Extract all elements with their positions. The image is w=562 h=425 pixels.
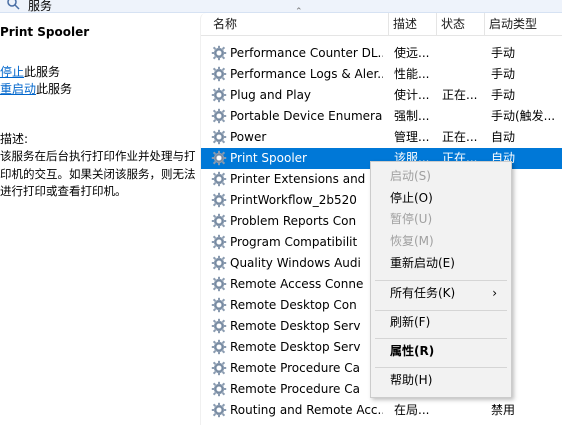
gear-icon — [211, 339, 227, 355]
menu-item-all-tasks[interactable]: 所有任务(K) › — [371, 283, 511, 304]
service-name-cell: Remote Access Conne — [230, 277, 364, 291]
service-name-cell: Power — [230, 130, 267, 144]
service-description-cell: 管理... — [394, 130, 430, 144]
service-row[interactable]: Routing and Remote Acc... 在局... 禁用 — [201, 400, 562, 421]
service-name-cell: Routing and Remote Acc... — [230, 403, 383, 417]
services-icon — [6, 0, 20, 12]
gear-icon — [211, 381, 227, 397]
service-status-cell — [442, 64, 482, 85]
restart-service-link[interactable]: 重启动 — [0, 82, 36, 96]
gear-icon — [211, 234, 227, 250]
service-description-cell: 使计... — [394, 88, 430, 102]
gear-icon — [211, 87, 227, 103]
gear-icon — [211, 171, 227, 187]
context-menu: 启动(S) 停止(O) 暂停(U) 恢复(M) 重新启动(E) 所有任务(K) ›… — [370, 161, 512, 398]
menu-separator — [375, 338, 507, 339]
service-name-cell: Remote Desktop Serv — [230, 340, 361, 354]
gear-icon — [211, 297, 227, 313]
service-status-cell: 正在... — [442, 130, 478, 144]
service-status-cell — [442, 106, 482, 127]
selected-service-name: Print Spooler — [0, 25, 90, 39]
menu-item-resume[interactable]: 恢复(M) — [371, 231, 511, 252]
gear-icon — [211, 192, 227, 208]
description-text: 该服务在后台执行打印作业并处理与打印机的交互。如果关闭该服务，则无法进行打印或查… — [0, 149, 196, 198]
gear-icon — [211, 276, 227, 292]
gear-icon — [211, 255, 227, 271]
service-name-cell: Portable Device Enumera... — [230, 109, 383, 123]
window-header: 服务 — [0, 0, 562, 13]
service-row[interactable]: Performance Counter DL... 使远... 手动 — [201, 43, 562, 64]
service-startup-type-cell: 禁用 — [491, 403, 516, 417]
description-pane: Print Spooler 停止此服务 重启动此服务 描述: 该服务在后台执行打… — [0, 13, 200, 425]
service-name-cell: Print Spooler — [230, 151, 307, 165]
service-name-cell: Remote Desktop Serv — [230, 319, 361, 333]
service-startup-type-cell: 手动 — [491, 67, 516, 81]
chevron-right-icon: › — [492, 286, 497, 300]
service-description-cell: 使远... — [394, 46, 430, 60]
menu-item-restart[interactable]: 重新启动(E) — [371, 253, 511, 274]
gear-icon — [211, 360, 227, 376]
service-description-cell: 强制... — [394, 109, 430, 123]
gear-icon — [211, 45, 227, 61]
service-name-cell: Remote Procedure Ca — [230, 382, 360, 396]
column-header-startup-type[interactable]: 启动类型 — [485, 13, 562, 35]
service-startup-type-cell: 手动 — [491, 46, 516, 60]
restart-action: 重启动此服务 — [0, 80, 72, 97]
gear-icon — [211, 318, 227, 334]
gear-icon — [211, 213, 227, 229]
service-description-cell: 在局... — [394, 403, 430, 417]
gear-icon — [211, 129, 227, 145]
menu-separator — [375, 280, 507, 281]
stop-suffix: 此服务 — [24, 65, 61, 79]
menu-separator — [375, 310, 507, 311]
service-name-cell: Performance Counter DL... — [230, 46, 383, 60]
service-startup-type-cell: 自动 — [491, 130, 516, 144]
service-row[interactable]: Performance Logs & Aler... 性能... 手动 — [201, 64, 562, 85]
service-description-cell: 性能... — [394, 67, 430, 81]
service-name-cell: Printer Extensions and — [230, 172, 366, 186]
gear-icon — [211, 66, 227, 82]
column-header-row: ⌃ 名称 描述 状态 启动类型 — [201, 7, 562, 36]
menu-item-stop[interactable]: 停止(O) — [371, 188, 511, 209]
service-startup-type-cell: 手动(触发... — [491, 109, 556, 123]
service-row[interactable]: Power 管理... 正在... 自动 — [201, 127, 562, 148]
stop-service-link[interactable]: 停止 — [0, 65, 24, 79]
column-header-description[interactable]: 描述 — [389, 13, 437, 35]
menu-item-start[interactable]: 启动(S) — [371, 166, 511, 187]
gear-icon — [211, 402, 227, 418]
column-header-status[interactable]: 状态 — [437, 13, 485, 35]
stop-action: 停止此服务 — [0, 63, 60, 80]
menu-item-refresh[interactable]: 刷新(F) — [371, 312, 511, 333]
window-title: 服务 — [28, 0, 53, 13]
service-name-cell: Plug and Play — [230, 88, 312, 102]
service-name-cell: Remote Procedure Ca — [230, 361, 360, 375]
service-status-cell — [442, 43, 482, 64]
service-row[interactable]: Portable Device Enumera... 强制... 手动(触发... — [201, 106, 562, 127]
service-startup-type-cell: 手动 — [491, 88, 516, 102]
restart-suffix: 此服务 — [36, 82, 73, 96]
menu-item-help[interactable]: 帮助(H) — [371, 370, 511, 391]
service-name-cell: Remote Desktop Con — [230, 298, 357, 312]
service-row[interactable]: Plug and Play 使计... 正在... 手动 — [201, 85, 562, 106]
service-status-cell — [442, 400, 482, 421]
gear-icon — [211, 150, 227, 166]
menu-item-properties[interactable]: 属性(R) — [371, 341, 511, 362]
service-name-cell: Problem Reports Con — [230, 214, 357, 228]
service-name-cell: Performance Logs & Aler... — [230, 67, 383, 81]
service-status-cell: 正在... — [442, 88, 478, 102]
column-header-name[interactable]: 名称 — [209, 13, 389, 35]
service-name-cell: Program Compatibilit — [230, 235, 358, 249]
gear-icon — [211, 108, 227, 124]
description-label: 描述: — [0, 132, 29, 146]
menu-item-pause[interactable]: 暂停(U) — [371, 209, 511, 230]
service-name-cell: Quality Windows Audi — [230, 256, 361, 270]
service-name-cell: PrintWorkflow_2b520 — [230, 193, 357, 207]
menu-separator — [375, 367, 507, 368]
